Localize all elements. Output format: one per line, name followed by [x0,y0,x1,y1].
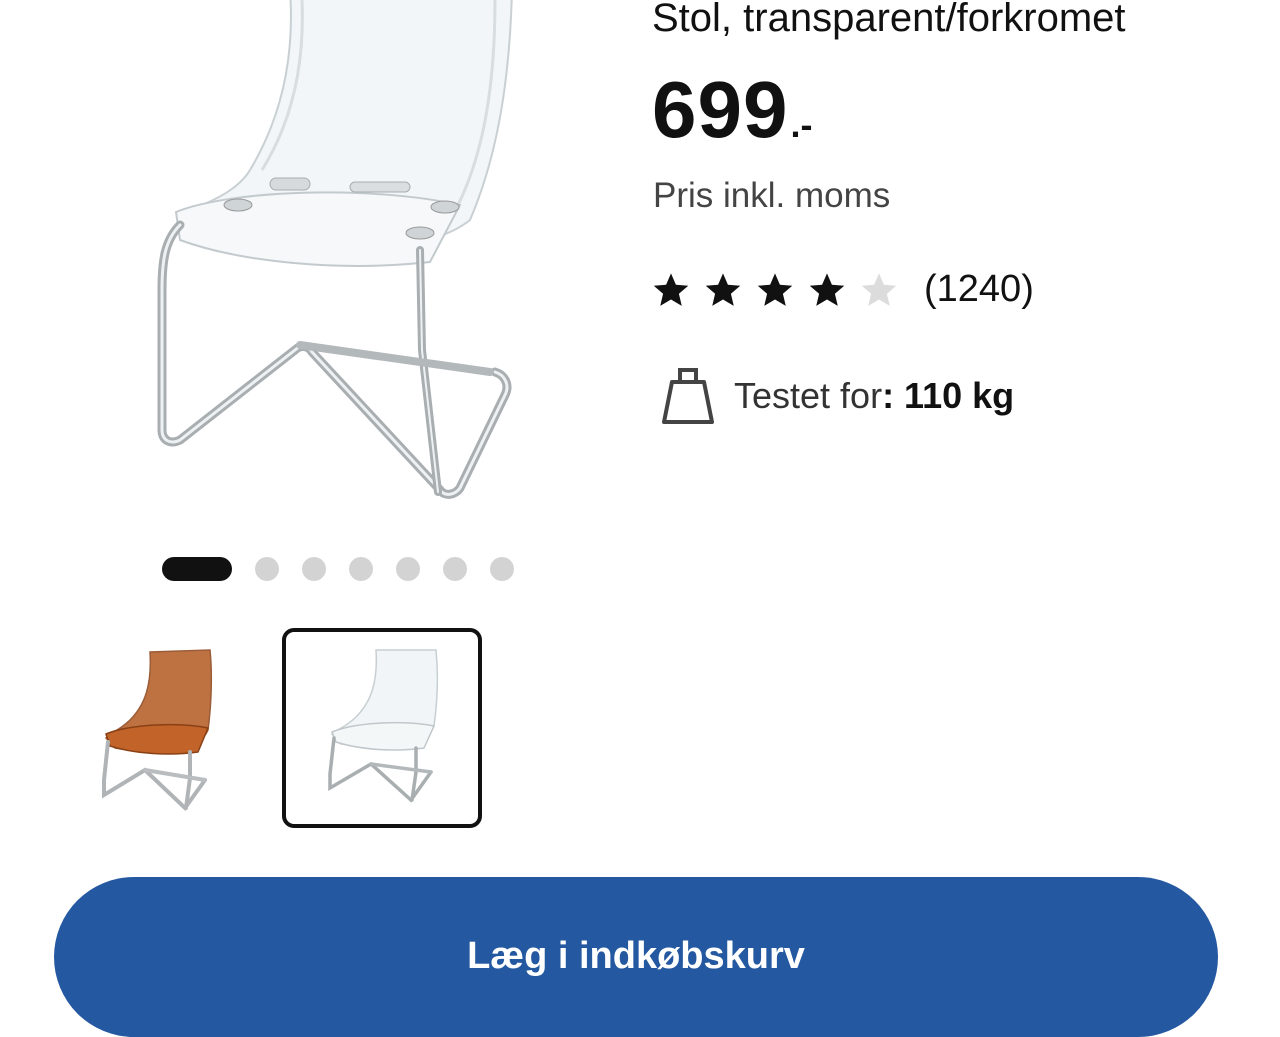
product-subtitle: Stol, transparent/forkromet [652,0,1126,40]
vat-note: Pris inkl. moms [653,176,891,215]
star-filled-icon [704,271,742,309]
product-price: 699 .- [652,64,812,156]
product-rating[interactable]: (1240) [652,268,1034,311]
price-suffix: .- [790,104,813,145]
add-to-cart-label: Læg i indkøbskurv [467,935,805,977]
rating-stars [652,271,912,309]
product-main-image[interactable] [140,0,620,510]
pagination-dot[interactable] [255,557,279,581]
star-filled-icon [808,271,846,309]
star-filled-icon [756,271,794,309]
price-amount: 699 [652,65,789,154]
pagination-dot-active[interactable] [162,557,232,581]
review-count[interactable]: (1240) [924,268,1034,311]
pagination-dot[interactable] [302,557,326,581]
tested-value: : 110 kg [882,375,1015,416]
brown-chair-image [102,649,213,812]
pagination-dot[interactable] [396,557,420,581]
chair-illustration [157,0,513,499]
star-filled-icon [652,271,690,309]
tested-text: Testet for: 110 kg [734,375,1014,417]
pagination-dot[interactable] [490,557,514,581]
transparent-chair-image [328,649,439,803]
pagination-dot[interactable] [349,557,373,581]
image-pagination [162,557,514,581]
weight-icon [660,366,716,426]
tested-info: Testet for: 110 kg [660,366,1014,426]
add-to-cart-button[interactable]: Læg i indkøbskurv [54,877,1218,1037]
variant-thumbnail-brown[interactable] [90,630,290,830]
variant-thumbnail-transparent[interactable] [282,628,482,828]
tested-label: Testet for [734,375,883,416]
pagination-dot[interactable] [443,557,467,581]
star-empty-icon [860,271,898,309]
